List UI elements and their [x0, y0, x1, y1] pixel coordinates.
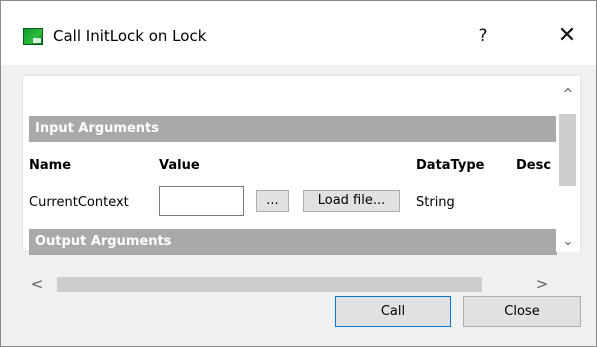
close-icon[interactable]: ✕ [547, 21, 587, 51]
dialog-window: Call InitLock on Lock ? ✕ Input Argument… [0, 0, 597, 347]
column-header-description: Desc [516, 158, 552, 173]
load-file-button[interactable]: Load file... [303, 190, 400, 212]
app-icon [23, 28, 43, 45]
call-button[interactable]: Call [335, 296, 451, 327]
input-arguments-header: Input Arguments [29, 116, 557, 142]
scroll-right-icon[interactable]: > [532, 274, 552, 295]
output-arguments-header: Output Arguments [29, 229, 557, 255]
arguments-scroll-area: Input Arguments Name Value DataType Desc… [22, 75, 581, 295]
browse-button[interactable]: ... [256, 190, 289, 212]
vertical-scrollbar[interactable]: ^ ⌄ [556, 76, 580, 252]
dialog-body: Input Arguments Name Value DataType Desc… [1, 65, 596, 346]
horizontal-scrollbar[interactable]: < > [23, 274, 581, 295]
scroll-down-icon[interactable]: ⌄ [556, 233, 580, 251]
argument-datatype: String [416, 195, 455, 210]
title-bar: Call InitLock on Lock ? ✕ [1, 1, 596, 65]
vertical-scroll-thumb[interactable] [559, 114, 576, 186]
argument-name: CurrentContext [29, 195, 129, 210]
close-button[interactable]: Close [463, 296, 581, 327]
window-title: Call InitLock on Lock [53, 27, 207, 45]
column-header-datatype: DataType [416, 158, 485, 173]
help-icon[interactable]: ? [463, 21, 503, 51]
scroll-left-icon[interactable]: < [27, 274, 47, 295]
horizontal-scroll-thumb[interactable] [57, 277, 482, 292]
argument-value-input[interactable] [159, 186, 244, 216]
column-header-name: Name [29, 158, 72, 173]
scroll-up-icon[interactable]: ^ [556, 86, 580, 104]
column-header-value: Value [159, 158, 200, 173]
